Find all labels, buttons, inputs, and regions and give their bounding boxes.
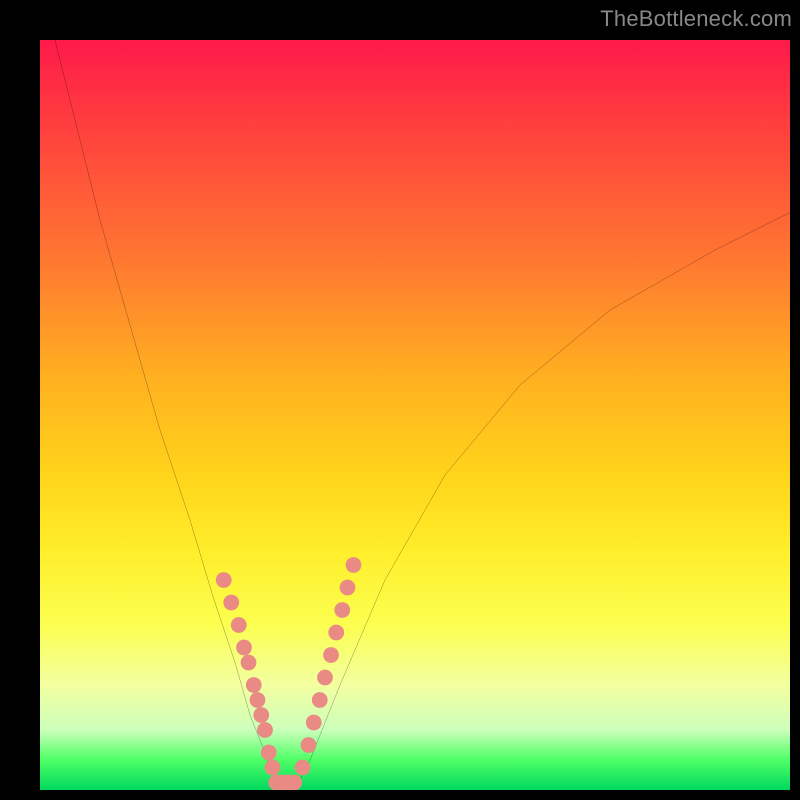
dot-left-dots bbox=[250, 692, 266, 708]
line-series-group bbox=[55, 40, 790, 790]
watermark-text: TheBottleneck.com bbox=[600, 6, 792, 32]
dot-right-dots bbox=[317, 670, 333, 686]
series-right-curve bbox=[295, 213, 790, 791]
dot-right-dots bbox=[295, 760, 311, 776]
dot-right-dots bbox=[334, 602, 350, 618]
dot-left-dots bbox=[261, 745, 277, 761]
dot-right-dots bbox=[346, 557, 362, 573]
dot-left-dots bbox=[257, 722, 273, 738]
dot-right-dots bbox=[301, 737, 317, 753]
plot-area bbox=[40, 40, 790, 790]
dot-left-dots bbox=[216, 572, 232, 588]
series-left-curve bbox=[55, 40, 280, 790]
dot-left-dots bbox=[253, 707, 269, 723]
dot-left-dots bbox=[223, 595, 239, 611]
dot-right-dots bbox=[306, 715, 322, 731]
dot-left-dots bbox=[231, 617, 247, 633]
dot-left-dots bbox=[265, 760, 281, 776]
dot-left-dots bbox=[246, 677, 262, 693]
plot-svg bbox=[40, 40, 790, 790]
dot-right-dots bbox=[312, 692, 328, 708]
dot-left-dots bbox=[236, 640, 252, 656]
dot-bottom-dots bbox=[286, 775, 302, 790]
dot-right-dots bbox=[340, 580, 356, 596]
dot-right-dots bbox=[323, 647, 339, 663]
chart-root: TheBottleneck.com bbox=[0, 0, 800, 800]
dot-left-dots bbox=[241, 655, 257, 671]
dot-right-dots bbox=[328, 625, 344, 641]
scatter-series-group bbox=[216, 557, 362, 790]
